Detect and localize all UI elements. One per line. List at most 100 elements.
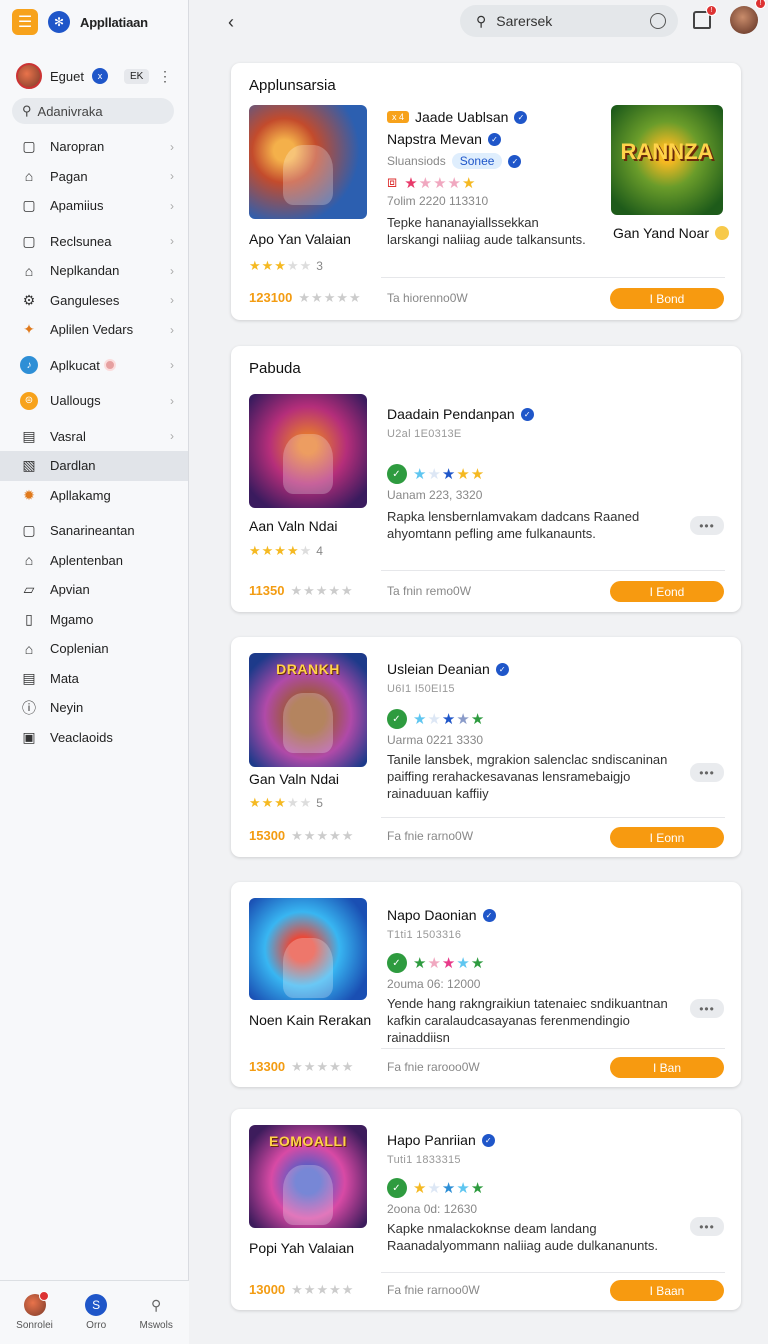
sidebar-item-sanarineantan[interactable]: ▢ Sanarineantan (0, 516, 188, 546)
hamburger-menu-button[interactable]: ☰ (12, 9, 38, 35)
sidebar-item-mgamo[interactable]: ▯ Mgamo (0, 605, 188, 635)
sidebar-item-neplkandan[interactable]: ⌂ Neplkandan › (0, 256, 188, 286)
sidebar-item-aplentenban[interactable]: ⌂ Aplentenban (0, 546, 188, 576)
game-name[interactable]: Gan Valn Ndai (249, 771, 339, 787)
sidebar-item-label: Vasral (50, 428, 86, 444)
sidebar-item-apvian[interactable]: ▱ Apvian (0, 575, 188, 605)
app-title[interactable]: Hapo Panriian ✓ (387, 1132, 687, 1148)
get-button[interactable]: I Baan (610, 1280, 724, 1301)
app-id: Tuti1 1833315 (387, 1154, 461, 1166)
release-date: 2oona 0d: 12630 (387, 1202, 478, 1216)
sidebar-item-reclsunea[interactable]: ▢ Reclsunea › (0, 227, 188, 257)
app-info: Daadain Pendanpan ✓ U2al 1E0313E ✓ ★★★★★ U… (387, 406, 687, 542)
sidebar-item-veaclaoids[interactable]: ▣ Veaclaoids (0, 723, 188, 753)
verified-icon: ✓ (508, 154, 522, 168)
verified-icon: ✓ (495, 662, 509, 676)
bottom-tab-label: Mswols (139, 1320, 173, 1331)
game-name[interactable]: Apo Yan Valaian (249, 231, 351, 247)
star-rating: ★★★★★ 5 (249, 795, 323, 810)
sidebar-item-mata[interactable]: ▤ Mata (0, 664, 188, 694)
related-game-thumbnail[interactable]: RANNZA (611, 105, 723, 215)
app-title-text: Hapo Panriian (387, 1132, 476, 1148)
sidebar-item-coplenian[interactable]: ⌂ Coplenian (0, 634, 188, 664)
app-title[interactable]: x 4 Jaade Uablsan ✓ (387, 109, 592, 125)
sidebar-item-pagan[interactable]: ⌂ Pagan › (0, 162, 188, 192)
game-thumbnail[interactable]: DRANKH (249, 653, 367, 767)
sidebar-search-input[interactable]: ⚲ Adanivraka (12, 98, 174, 124)
category-pill[interactable]: Sonee (451, 153, 503, 169)
bookmark-icon: ▤ (22, 669, 36, 686)
chevron-right-icon: › (170, 198, 174, 213)
thumbs-up-icon: ✓ (387, 464, 407, 484)
bottom-tab-search[interactable]: ⚲ Mswols (139, 1294, 173, 1332)
window-icon: ▤ (22, 427, 36, 444)
tag-icon: ⌂ (24, 262, 34, 279)
star-rating: ★★★★★ 3 (249, 258, 323, 273)
app-title-text: Daadain Pendanpan (387, 406, 515, 422)
divider (381, 277, 725, 278)
game-thumbnail[interactable] (249, 105, 367, 219)
sidebar-item-neyin[interactable]: ⓘ Neyin (0, 693, 188, 723)
back-arrow-icon[interactable]: ‹ (228, 12, 234, 33)
app-title[interactable]: Daadain Pendanpan ✓ (387, 406, 687, 422)
sidebar-item-apllakamg[interactable]: ✹ Apllakamg (0, 481, 188, 511)
more-options-icon[interactable]: ⋮ (158, 68, 172, 85)
user-profile[interactable]: Eguet x EK ⋮ (0, 54, 188, 98)
get-button[interactable]: I Eond (610, 581, 724, 602)
rating-count: 3 (316, 259, 323, 273)
game-thumbnail[interactable]: EOMOALLI (249, 1125, 367, 1228)
sidebar-item-vasral[interactable]: ▤ Vasral › (0, 422, 188, 452)
top-bar: ‹ ⚲ Sarersek ! ! (190, 0, 768, 44)
sidebar-item-label: Mata (50, 670, 79, 686)
chevron-right-icon: › (170, 234, 174, 249)
bottom-tab-profile[interactable]: Sonrolei (16, 1291, 53, 1331)
game-thumbnail[interactable] (249, 394, 367, 508)
more-options-button[interactable]: ••• (690, 999, 724, 1018)
more-options-button[interactable]: ••• (690, 516, 724, 535)
sidebar-item-apamiius[interactable]: ▢ Apamiius › (0, 191, 188, 221)
game-name[interactable]: Noen Kain Rerakan (249, 1012, 371, 1028)
app-title[interactable]: Usleian Deanian ✓ (387, 661, 687, 677)
price: 15300 ★★★★★ (249, 828, 354, 844)
sidebar-item-label: Apvian (50, 582, 90, 598)
price-value: 11350 (249, 583, 285, 598)
game-icon: ✦ (23, 321, 35, 338)
related-game-name[interactable]: Gan Yand Noar (613, 225, 729, 241)
star-rating: ★★★★★ 4 (249, 543, 323, 558)
price-value: 13300 (249, 1059, 286, 1074)
chevron-right-icon: › (170, 293, 174, 308)
sidebar-item-ganguleses[interactable]: ⚙ Ganguleses › (0, 286, 188, 316)
bottom-tab-home[interactable]: S Orro (85, 1294, 108, 1331)
sidebar-item-dardlan[interactable]: ▧ Dardlan (0, 451, 188, 481)
sidebar-item-aplilen-vedars[interactable]: ✦ Aplilen Vedars › (0, 315, 188, 345)
get-button[interactable]: I Bond (610, 288, 724, 309)
avatar (16, 63, 42, 89)
sidebar-item-label: Neyin (50, 700, 84, 716)
app-description: Tanile lansbek, mgrakion salenclac sndis… (387, 752, 668, 801)
bookmark-icon: ▧ (22, 457, 36, 474)
character-image (283, 938, 333, 998)
release-date: Uanam 223, 3320 (387, 488, 483, 502)
more-options-button[interactable]: ••• (690, 763, 724, 782)
sidebar-item-naropran[interactable]: ▢ Naropran › (0, 132, 188, 162)
search-input[interactable]: ⚲ Sarersek (460, 5, 678, 37)
sidebar-item-aplkucat[interactable]: ♪ Aplkucat › (0, 351, 188, 381)
avatar[interactable]: ! (730, 0, 766, 34)
history-icon[interactable] (650, 13, 666, 29)
get-button[interactable]: I Eonn (610, 827, 724, 848)
get-button[interactable]: I Ban (610, 1057, 724, 1078)
app-subtitle[interactable]: Napstra Mevan ✓ (387, 131, 592, 147)
chevron-right-icon: › (170, 322, 174, 337)
language-badge[interactable]: EK (123, 68, 150, 84)
app-title[interactable]: Napo Daonian ✓ (387, 907, 687, 923)
notification-bell-icon[interactable]: ! (693, 5, 717, 29)
bottom-tab-bar: Sonrolei S Orro ⚲ Mswols (0, 1280, 189, 1344)
character-image (283, 434, 333, 494)
game-name[interactable]: Popi Yah Valaian (249, 1240, 354, 1256)
game-thumbnail[interactable] (249, 898, 367, 1000)
thumbnail-logo-text: RANNZA (620, 139, 714, 164)
sidebar-item-uallougs[interactable]: ⊜ Uallougs › (0, 386, 188, 416)
app-description: Rapka lensbernlamvakam dadcans Raaned ah… (387, 509, 640, 541)
game-name[interactable]: Aan Valn Ndai (249, 518, 337, 534)
more-options-button[interactable]: ••• (690, 1217, 724, 1236)
